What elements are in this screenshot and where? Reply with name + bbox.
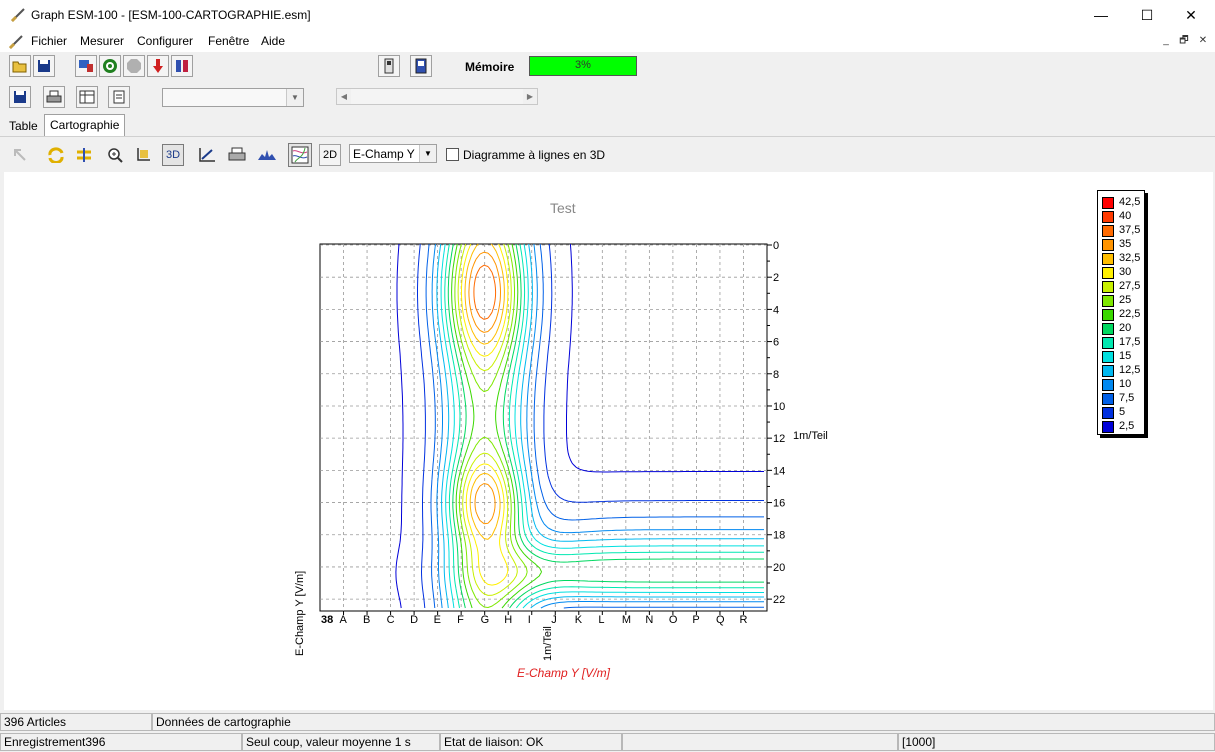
y-tick-label: 18 <box>773 530 785 542</box>
color-legend: 42,5 40 37,5 35 32,5 30 27,5 25 22,5 20 17,5 15 12,5… <box>1097 190 1145 435</box>
y-tick-label: 10 <box>773 401 785 413</box>
legend-label: 7,5 <box>1119 392 1135 404</box>
legend-swatch <box>1102 267 1114 279</box>
status-link: Etat de liaison: OK <box>440 733 622 751</box>
y-tick-label: 4 <box>773 304 779 316</box>
legend-label: 22,5 <box>1119 308 1141 320</box>
x-tick-label: B <box>363 614 370 626</box>
x-axis-title: 1m/Teil <box>542 626 554 661</box>
y-tick-label: 20 <box>773 562 785 574</box>
x-tick-label: J <box>551 614 557 626</box>
corner-label: 38 <box>321 614 333 626</box>
y-tick-label: 6 <box>773 337 779 349</box>
status-empty <box>622 733 898 751</box>
status-data-type: Données de cartographie <box>152 713 1215 731</box>
left-axis-title: E-Champ Y [V/m] <box>294 571 306 656</box>
legend-label: 32,5 <box>1119 252 1141 264</box>
legend-label: 12,5 <box>1119 364 1141 376</box>
y-axis-title: 1m/Teil <box>793 430 828 442</box>
legend-label: 5 <box>1119 406 1126 418</box>
x-tick-label: I <box>528 614 531 626</box>
x-tick-label: N <box>645 614 653 626</box>
x-tick-label: E <box>434 614 441 626</box>
legend-swatch <box>1102 281 1114 293</box>
x-tick-label: F <box>457 614 464 626</box>
legend-swatch <box>1102 365 1114 377</box>
legend-label: 30 <box>1119 266 1132 278</box>
legend-label: 2,5 <box>1119 420 1135 432</box>
status-range: [1000] <box>898 733 1215 751</box>
y-tick-label: 16 <box>773 498 785 510</box>
legend-swatch <box>1102 211 1114 223</box>
x-tick-label: O <box>669 614 678 626</box>
legend-swatch <box>1102 421 1114 433</box>
y-tick-label: 12 <box>773 433 785 445</box>
legend-label: 17,5 <box>1119 336 1141 348</box>
x-tick-label: G <box>481 614 490 626</box>
legend-swatch <box>1102 393 1114 405</box>
legend-swatch <box>1102 351 1114 363</box>
legend-swatch <box>1102 337 1114 349</box>
status-recording: Enregistrement396 <box>0 733 242 751</box>
legend-label: 40 <box>1119 210 1132 222</box>
legend-label: 15 <box>1119 350 1132 362</box>
x-tick-label: L <box>598 614 604 626</box>
x-tick-label: Q <box>716 614 725 626</box>
legend-label: 27,5 <box>1119 280 1141 292</box>
legend-label: 37,5 <box>1119 224 1141 236</box>
legend-label: 25 <box>1119 294 1132 306</box>
legend-swatch <box>1102 379 1114 391</box>
legend-swatch <box>1102 323 1114 335</box>
legend-swatch <box>1102 309 1114 321</box>
y-tick-label: 8 <box>773 369 779 381</box>
legend-label: 42,5 <box>1119 196 1141 208</box>
legend-swatch <box>1102 295 1114 307</box>
status-article-count: 396 Articles <box>0 713 152 731</box>
legend-swatch <box>1102 253 1114 265</box>
y-tick-label: 22 <box>773 594 785 606</box>
x-tick-label: A <box>340 614 348 626</box>
legend-swatch <box>1102 197 1114 209</box>
x-tick-label: K <box>575 614 583 626</box>
y-tick-label: 0 <box>773 240 779 252</box>
x-tick-label: D <box>410 614 418 626</box>
status-bar-top: 396 Articles Données de cartographie <box>0 712 1215 732</box>
y-tick-label: 14 <box>773 465 785 477</box>
status-mode: Seul coup, valeur moyenne 1 s <box>242 733 440 751</box>
z-axis-title: E-Champ Y [V/m] <box>517 666 610 680</box>
y-tick-label: 2 <box>773 272 779 284</box>
legend-label: 35 <box>1119 238 1132 250</box>
legend-swatch <box>1102 407 1114 419</box>
status-bar-bottom: Enregistrement396 Seul coup, valeur moye… <box>0 732 1215 752</box>
contour-plot: 0 2 4 6 8 10 12 14 16 18 20 22 A B C D E F G H I J K L M N O P Q R 38 1… <box>294 240 828 661</box>
legend-swatch <box>1102 225 1114 237</box>
legend-label: 10 <box>1119 378 1132 390</box>
x-tick-label: H <box>504 614 512 626</box>
x-tick-label: M <box>622 614 631 626</box>
x-tick-label: C <box>387 614 395 626</box>
legend-swatch <box>1102 239 1114 251</box>
x-tick-label: R <box>739 614 747 626</box>
x-tick-label: P <box>692 614 699 626</box>
legend-label: 20 <box>1119 322 1132 334</box>
